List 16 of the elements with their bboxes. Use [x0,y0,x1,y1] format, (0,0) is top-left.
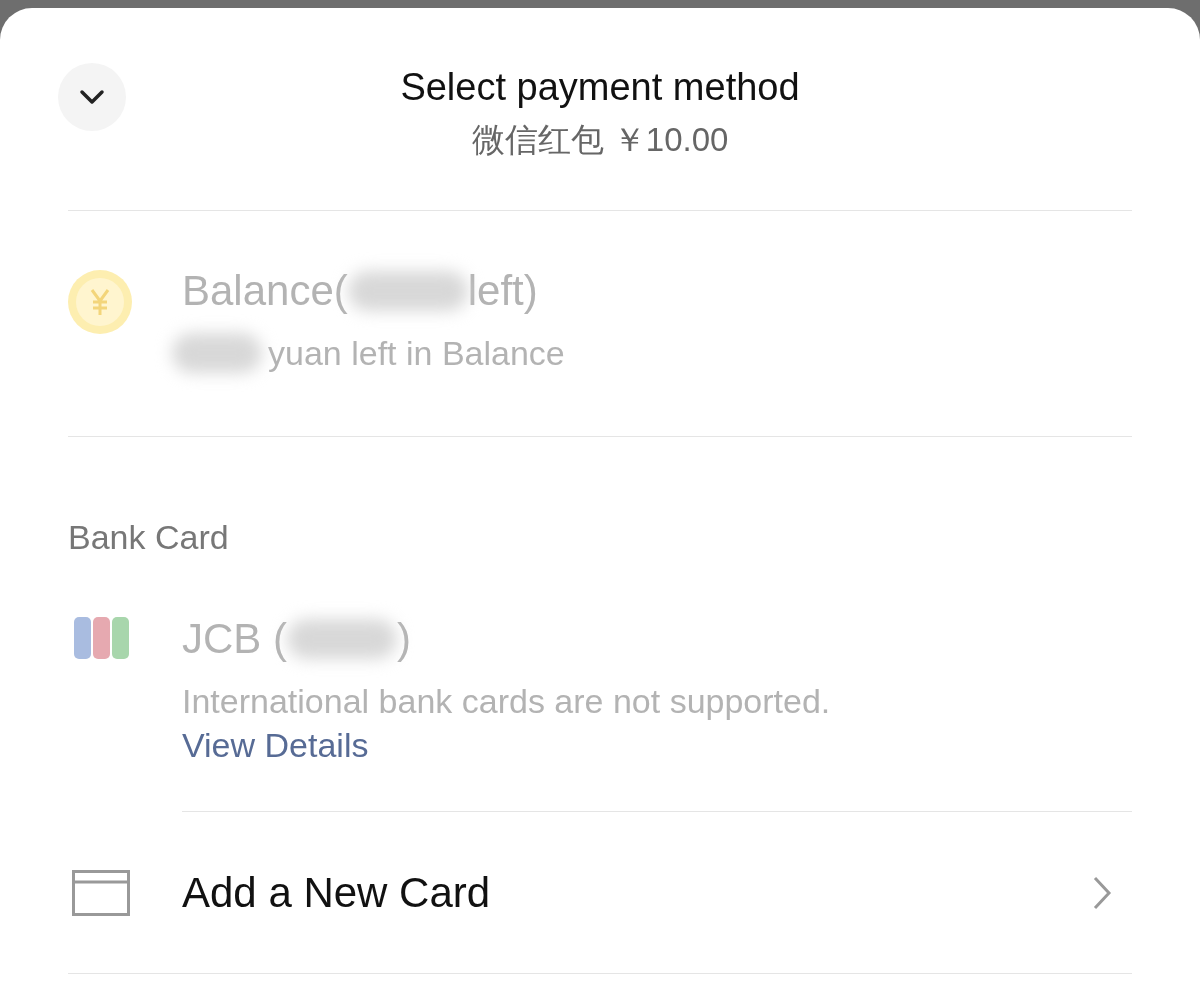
card-icon [72,869,130,916]
method-title: ) [397,614,411,664]
chevron-right-icon [1092,874,1112,911]
method-title: left) [467,266,538,316]
method-title: Balance( [182,266,348,316]
section-label: Bank Card [68,517,230,557]
sheet-title: Select payment method [400,65,800,110]
card-logo-icon [74,617,130,659]
method-title: JCB ( [182,614,287,664]
chevron-down-icon [79,89,105,105]
add-card-label: Add a New Card [182,868,492,918]
coin-icon [67,269,133,335]
card-note: International bank cards are not supported. [182,681,832,722]
payment-amount: 微信红包 ￥10.00 [471,120,729,160]
add-card-row[interactable]: Add a New Card [68,812,1132,974]
balance-note: yuan left in Balance [268,333,565,374]
